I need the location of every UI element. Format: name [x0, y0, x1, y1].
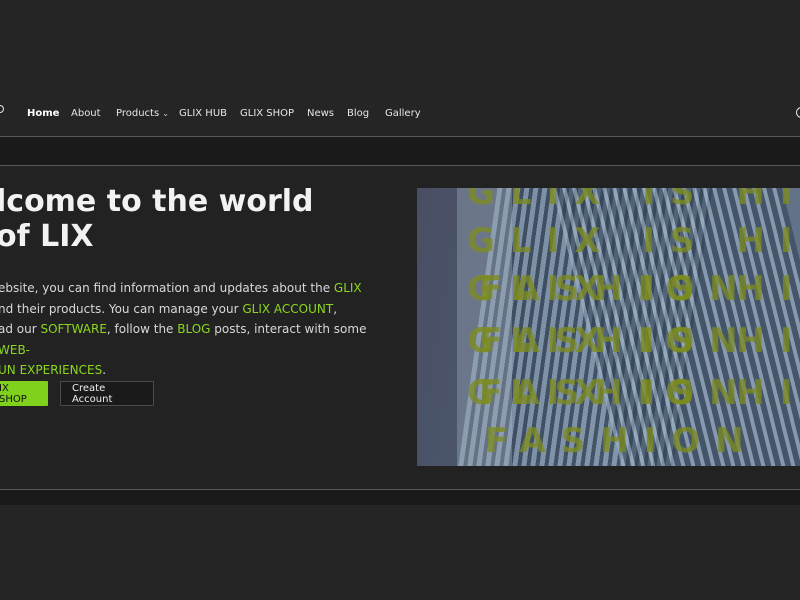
secondary-band [0, 137, 800, 165]
overlay-text: GLIX IS HI [467, 221, 800, 261]
footer-band [0, 490, 800, 505]
overlay-text: FASHION [479, 269, 753, 309]
logo-icon[interactable] [0, 105, 4, 113]
desc-highlight-software: SOFTWARE [40, 322, 107, 337]
nav-about[interactable]: About [71, 108, 101, 119]
glix-shop-button[interactable]: IX SHOP [0, 381, 48, 406]
desc-text: , follow the [106, 322, 178, 337]
chevron-down-icon: ⌄ [162, 109, 169, 118]
nav-home[interactable]: Home [27, 108, 59, 119]
hero-title: lcome to the world of LIX [0, 184, 314, 254]
desc-text: posts, interact with some [210, 322, 367, 337]
nav-news[interactable]: News [307, 108, 334, 119]
nav-gallery[interactable]: Gallery [385, 108, 421, 119]
hero-image: GLIX IS HI GLIX IS HI GLIX IS HI FASHION… [417, 188, 800, 466]
overlay-text: FASHION [479, 373, 753, 413]
desc-highlight-web: WEB- [0, 342, 31, 357]
desc-text: ebsite, you can find information and upd… [0, 281, 334, 295]
desc-text: . [102, 363, 107, 378]
overlay-text: FASHION [479, 321, 753, 361]
hero-description: ebsite, you can find information and upd… [0, 278, 388, 381]
desc-text: , [333, 301, 338, 316]
top-nav: Home About Products ⌄ GLIX HUB GLIX SHOP … [0, 92, 800, 136]
desc-highlight-blog: BLOG [177, 322, 211, 337]
desc-text: nd their products. You can manage your [0, 301, 243, 316]
create-account-button[interactable]: Create Account [60, 381, 154, 406]
nav-products-label: Products [116, 108, 160, 119]
desc-highlight-glix: GLIX [333, 281, 362, 295]
search-icon[interactable] [796, 107, 800, 118]
desc-text: ad our [0, 322, 41, 337]
overlay-text: GLIX IS HI [467, 188, 800, 213]
nav-glix-shop[interactable]: GLIX SHOP [240, 108, 294, 119]
nav-blog[interactable]: Blog [347, 108, 369, 119]
overlay-text: FASHION [485, 421, 759, 461]
nav-glix-hub[interactable]: GLIX HUB [179, 108, 227, 119]
nav-products[interactable]: Products ⌄ [116, 108, 169, 119]
desc-highlight-experiences: UN EXPERIENCES [0, 363, 103, 378]
desc-highlight-account: GLIX ACCOUNT [242, 301, 334, 316]
